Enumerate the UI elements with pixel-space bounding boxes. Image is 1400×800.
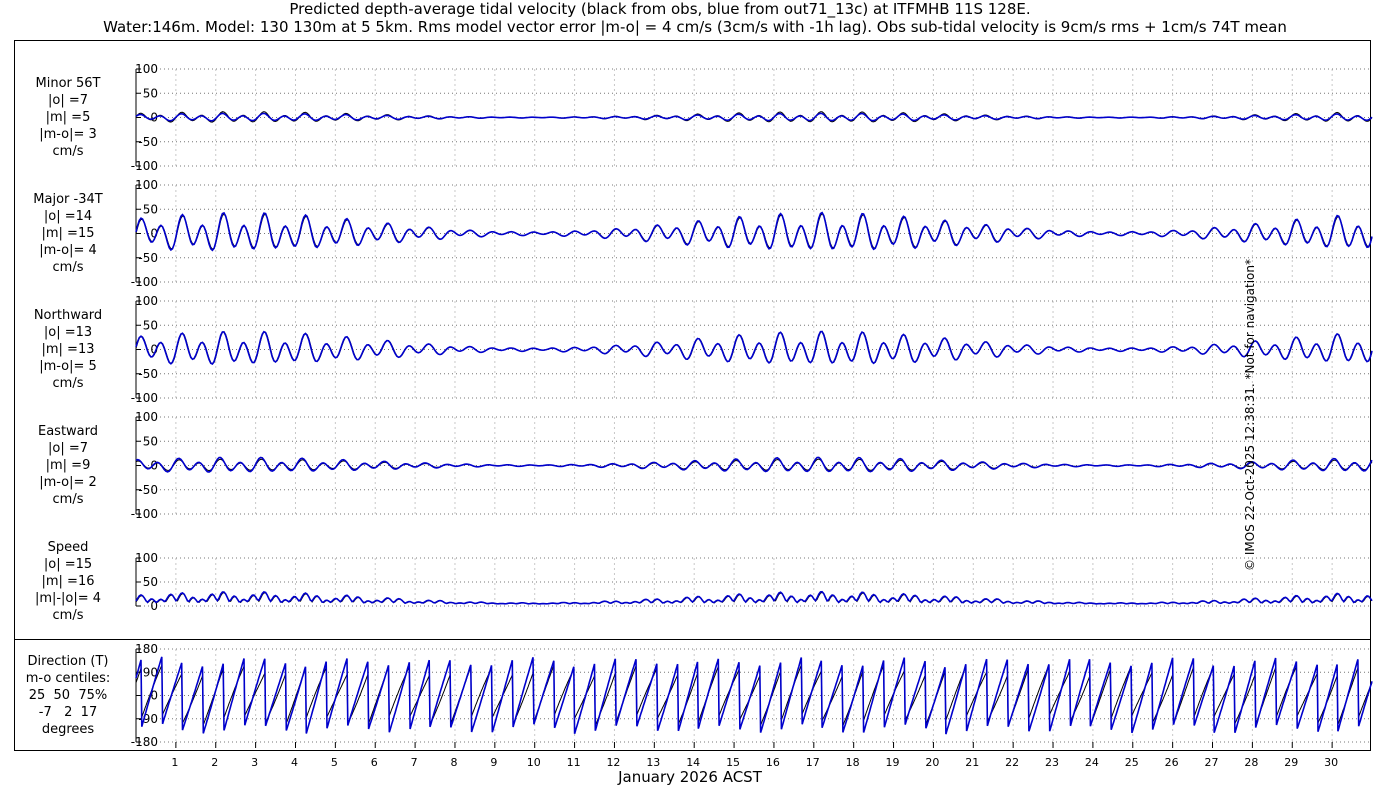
plot-canvas: -100-50050100-100-50050100-100-50050100-… [131, 62, 1373, 769]
x-tick-label: 8 [450, 756, 457, 769]
x-tick-label: 2 [211, 756, 218, 769]
x-tick-label: 9 [490, 756, 497, 769]
direction-panel-label: Direction (T) m-o centiles: 25 50 75% -7… [25, 654, 111, 737]
x-tick-label: 30 [1324, 756, 1338, 769]
y-tick-label: 50 [143, 202, 158, 216]
x-tick-label: 10 [527, 756, 541, 769]
obs-series-line [135, 330, 1373, 365]
y-tick-label: -100 [131, 391, 158, 405]
y-tick-label: -50 [138, 483, 158, 497]
x-tick-label: 5 [331, 756, 338, 769]
y-tick-label: 100 [135, 178, 158, 192]
x-tick-label: 25 [1125, 756, 1139, 769]
x-tick-label: 1 [171, 756, 178, 769]
y-tick-label: -50 [138, 367, 158, 381]
northward-panel-label: Northward |o| =13 |m| =13 |m-o|= 5 cm/s [33, 308, 103, 391]
x-tick-label: 28 [1244, 756, 1258, 769]
minor-panel-label: Minor 56T |o| =7 |m| =5 |m-o|= 3 cm/s [35, 76, 101, 159]
x-tick-label: 20 [925, 756, 939, 769]
x-tick-label: 18 [846, 756, 860, 769]
x-tick-label: 6 [371, 756, 378, 769]
speed-panel-label: Speed |o| =15 |m| =16 |m|-|o|= 4 cm/s [34, 540, 102, 623]
eastward-panel-label: Eastward |o| =7 |m| =9 |m-o|= 2 cm/s [37, 424, 99, 507]
y-tick-label: 0 [150, 459, 158, 473]
y-tick-label: -100 [131, 159, 158, 173]
x-tick-label: 24 [1085, 756, 1099, 769]
x-tick-label: 26 [1165, 756, 1179, 769]
x-tick-label: 22 [1005, 756, 1019, 769]
major-panel-label: Major -34T |o| =14 |m| =15 |m-o|= 4 cm/s [33, 192, 103, 275]
y-tick-label: 50 [143, 434, 158, 448]
y-tick-label: 100 [135, 551, 158, 565]
x-tick-label: 4 [291, 756, 298, 769]
model-series-line [135, 590, 1373, 605]
obs-series-line [135, 664, 1373, 726]
x-axis-label: January 2026 ACST [618, 768, 762, 786]
y-tick-label: -180 [131, 735, 158, 749]
model-series-line [135, 656, 1373, 735]
y-tick-label: -100 [131, 507, 158, 521]
x-tick-label: 21 [965, 756, 979, 769]
y-tick-label: 100 [135, 62, 158, 76]
model-series-line [135, 330, 1373, 365]
x-tick-label: 3 [251, 756, 258, 769]
x-tick-label: 27 [1205, 756, 1219, 769]
y-tick-label: 100 [135, 294, 158, 308]
model-series-line [135, 211, 1373, 252]
y-tick-label: 100 [135, 410, 158, 424]
y-tick-label: 180 [135, 642, 158, 656]
y-tick-label: -100 [131, 275, 158, 289]
y-tick-label: 50 [143, 318, 158, 332]
x-tick-label: 7 [411, 756, 418, 769]
x-tick-label: 29 [1284, 756, 1298, 769]
y-tick-label: 50 [143, 575, 158, 589]
x-tick-label: 23 [1045, 756, 1059, 769]
y-tick-label: -50 [138, 251, 158, 265]
y-tick-label: -50 [138, 135, 158, 149]
model-series-line [135, 112, 1373, 122]
copyright-note: © IMOS 22-Oct-2025 12:38:31. *Not for na… [1243, 259, 1258, 571]
obs-series-line [135, 213, 1373, 250]
y-tick-label: 50 [143, 86, 158, 100]
x-tick-label: 19 [886, 756, 900, 769]
